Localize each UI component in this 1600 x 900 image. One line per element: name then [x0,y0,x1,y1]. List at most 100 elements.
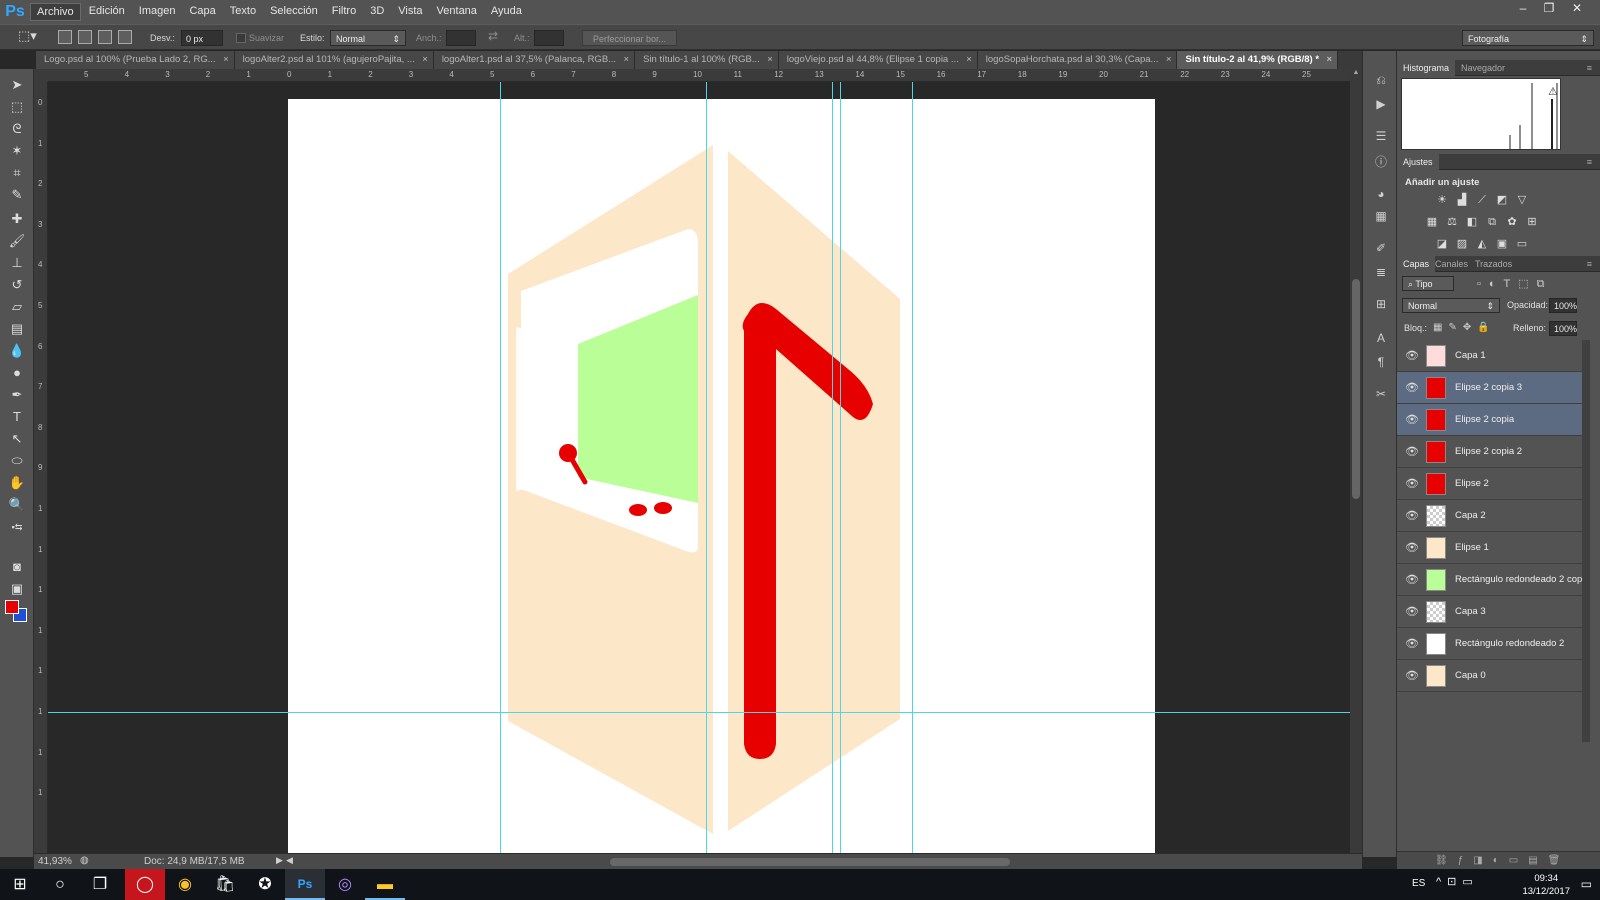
game-app-icon[interactable]: ✪ [245,869,285,900]
layers-footer-icons[interactable]: ⛓ƒ◨◐▭▤🗑 [1397,851,1600,869]
style-select[interactable]: Normal ⇕ [330,30,406,46]
vertical-guide[interactable] [706,82,707,853]
move-tool-icon[interactable]: ➤ [7,75,27,95]
swatches-icon[interactable]: ▦ [1372,209,1390,225]
visibility-eye-icon[interactable]: 👁 [1405,605,1419,618]
cortana-search-icon[interactable]: ○ [40,869,80,900]
layer-row[interactable]: 👁 Elipse 2 copia [1397,404,1582,436]
layer-name[interactable]: Rectángulo redondeado 2 [1455,638,1564,649]
layer-name[interactable]: Capa 1 [1455,350,1486,361]
photo-filter-icon[interactable]: ⧉ [1485,216,1499,228]
visibility-eye-icon[interactable]: 👁 [1405,573,1419,586]
fill-input[interactable]: 100% [1549,321,1577,336]
layer-thumbnail[interactable] [1426,633,1446,655]
horizontal-ruler[interactable]: 5 4 3 2 1 0 1 2 3 4 5 6 7 8 9 10 11 12 13 14 15 16 17 18 19 20 21 2… [48,69,1350,82]
healing-brush-icon[interactable]: ✚ [7,209,27,229]
visibility-eye-icon[interactable]: 👁 [1405,445,1419,458]
posterize-icon[interactable]: ▨ [1455,238,1469,250]
close-tab-icon[interactable]: × [767,51,773,69]
default-colors-icon[interactable]: ▪⇆ [7,517,27,537]
horizontal-scroll-thumb[interactable] [610,858,1010,866]
notifications-icon[interactable]: ▭ [1581,877,1592,891]
visibility-eye-icon[interactable]: 👁 [1405,637,1419,650]
foreground-color-swatch[interactable] [5,600,19,614]
blur-tool-icon[interactable]: 💧 [7,341,27,361]
layer-row[interactable]: 👁 Rectángulo redondeado 2 copia [1397,564,1582,596]
visibility-eye-icon[interactable]: 👁 [1405,541,1419,554]
document-tab[interactable]: logoSopaHorchata.psd al 30,3% (Capa... × [977,51,1178,69]
brush-tool-icon[interactable]: 🖌 [7,231,27,251]
exposure-icon[interactable]: ◩ [1495,194,1509,206]
menu-1[interactable]: Archivo [30,3,81,21]
add-selection-icon[interactable] [78,30,92,44]
layer-thumbnail[interactable] [1426,473,1446,495]
layer-thumbnail[interactable] [1426,601,1446,623]
magic-wand-icon[interactable]: ✶ [7,141,27,161]
document-tab[interactable]: logoAlter1.psd al 37,5% (Palanca, RGB...… [433,51,636,69]
vertical-guide[interactable] [500,82,501,853]
layer-filter-icons[interactable]: ▫◐T⬚⧉ [1477,277,1553,291]
close-tab-icon[interactable]: × [966,51,972,69]
tab-adjustments[interactable]: Ajustes [1397,154,1439,170]
swap-icon[interactable]: ⇄ [488,28,498,44]
vibrance-icon[interactable]: ▽ [1515,194,1529,206]
menu-4[interactable]: Capa [183,3,221,21]
width-input[interactable] [446,30,476,46]
lock-options-icons[interactable]: ▦✎✥🔒 [1433,322,1496,333]
brightness-icon[interactable]: ☀ [1435,194,1449,206]
layer-name[interactable]: Elipse 2 copia 3 [1455,382,1522,393]
lasso-tool-icon[interactable]: ᘓ [7,119,27,139]
task-view-icon[interactable]: ❐ [80,869,120,900]
document-tab[interactable]: logoAlter2.psd al 101% (agujeroPajita, .… [234,51,434,69]
properties-icon[interactable]: ☰ [1372,129,1390,145]
gradient-map-icon[interactable]: ▭ [1515,238,1529,250]
document-tab[interactable]: Sin título-1 al 100% (RGB... × [635,51,779,69]
close-tab-icon[interactable]: × [223,51,229,69]
feather-input[interactable]: 0 px [181,30,223,46]
threshold-icon[interactable]: ◭ [1475,238,1489,250]
close-tab-icon[interactable]: × [624,51,630,69]
curves-icon[interactable]: ⟋ [1475,194,1489,206]
clone-source-icon[interactable]: ⊞ [1372,297,1390,313]
visibility-eye-icon[interactable]: 👁 [1405,381,1419,394]
layer-thumbnail[interactable] [1426,409,1446,431]
menu-7[interactable]: Filtro [326,3,362,21]
height-input[interactable] [534,30,564,46]
brushes-icon[interactable]: ✐ [1372,241,1390,257]
invert-icon[interactable]: ◪ [1435,238,1449,250]
paragraph-icon[interactable]: ¶ [1372,355,1390,371]
panel-menu-icon[interactable]: ≡ [1581,60,1598,76]
document-canvas[interactable] [288,99,1155,853]
layer-thumbnail[interactable] [1426,569,1446,591]
layer-kind-filter[interactable]: ⌕ Tipo [1402,276,1454,291]
menu-2[interactable]: Edición [83,3,131,21]
layer-name[interactable]: Elipse 1 [1455,542,1489,553]
layer-name[interactable]: Capa 0 [1455,670,1486,681]
vertical-ruler[interactable]: 0 1 2 3 4 5 6 7 8 9 1 1 1 1 1 1 1 1 [34,82,48,857]
layer-row[interactable]: 👁 Capa 0 [1397,660,1582,692]
close-tab-icon[interactable]: × [1326,51,1332,69]
layer-thumbnail[interactable] [1426,377,1446,399]
vertical-guide[interactable] [832,82,833,853]
menu-11[interactable]: Ayuda [485,3,528,21]
history-icon[interactable]: ⎌ [1372,73,1390,89]
layer-row[interactable]: 👁 Capa 1 [1397,340,1582,372]
menu-10[interactable]: Ventana [431,3,483,21]
tab-navigator[interactable]: Navegador [1455,60,1511,76]
eraser-tool-icon[interactable]: ▱ [7,297,27,317]
crop-tool-icon[interactable]: ⌗ [7,163,27,183]
menu-8[interactable]: 3D [364,3,390,21]
document-workspace[interactable] [48,82,1350,853]
layer-thumbnail[interactable] [1426,345,1446,367]
menu-3[interactable]: Imagen [133,3,182,21]
clock[interactable]: 09:34 13/12/2017 [1522,872,1570,898]
tab-channels[interactable]: Canales [1429,256,1474,272]
quick-mask-icon[interactable]: ◙ [7,557,27,577]
layer-row[interactable]: 👁 Elipse 2 copia 3 [1397,372,1582,404]
opacity-input[interactable]: 100% [1549,298,1577,313]
new-selection-icon[interactable] [58,30,72,44]
visibility-eye-icon[interactable]: 👁 [1405,477,1419,490]
tab-histogram[interactable]: Histograma [1397,60,1456,76]
layer-row[interactable]: 👁 Elipse 2 copia 2 [1397,436,1582,468]
language-indicator[interactable]: ES [1412,878,1425,889]
